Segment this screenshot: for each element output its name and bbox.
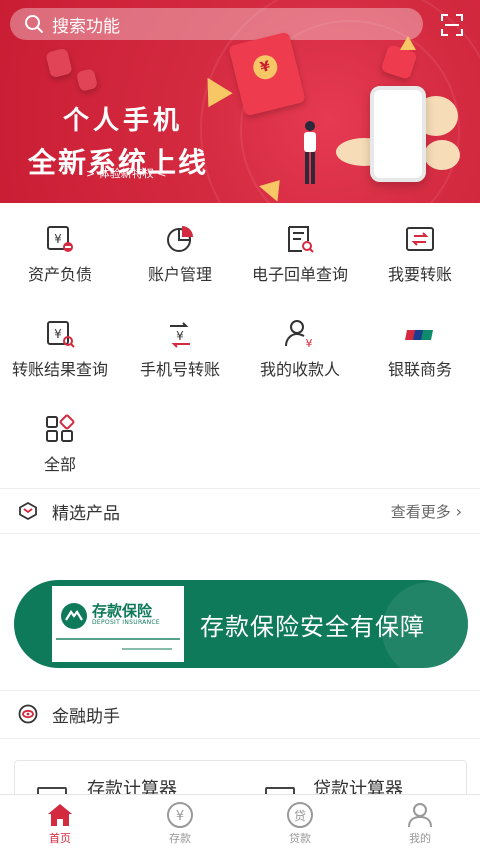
payee-icon: ¥ xyxy=(285,320,313,350)
grid-item-label: 手机号转账 xyxy=(139,360,220,379)
tab-loan[interactable]: 贷 贷款 xyxy=(240,795,360,855)
tab-home[interactable]: 首页 xyxy=(0,795,120,855)
grid-item-label: 资产负债 xyxy=(27,265,92,284)
featured-products-header[interactable]: 精选产品 查看更多 › xyxy=(0,489,480,533)
banner-subtitle: > 体验新特权 < xyxy=(86,167,167,180)
bottom-tab-bar: 首页 ¥ 存款 贷 贷款 我的 xyxy=(0,794,480,854)
grid-item-label: 全部 xyxy=(43,455,76,474)
svg-text:¥: ¥ xyxy=(54,232,62,246)
search-icon xyxy=(25,15,43,33)
financial-assistant-header: 金融助手 xyxy=(0,692,480,736)
promo-banner[interactable]: 搜索功能 ¥ 个人手机 全新系统上线 > 体验新特权 < xyxy=(0,0,480,203)
grid-item-asset-liability[interactable]: ¥ 资产负债 xyxy=(0,203,120,298)
chevron-right-icon: › xyxy=(455,502,462,521)
receipt-search-icon xyxy=(288,226,314,253)
transfer-result-icon: ¥ xyxy=(47,321,75,348)
tab-mine[interactable]: 我的 xyxy=(360,795,480,855)
phone-transfer-icon: ¥ xyxy=(170,322,190,348)
fine-print-line xyxy=(56,638,180,640)
grid-item-all[interactable]: 全部 xyxy=(0,393,120,488)
gold-triangle-decoration xyxy=(400,36,416,50)
grid-item-my-payees[interactable]: ¥ 我的收款人 xyxy=(240,298,360,393)
cube-icon xyxy=(19,501,37,521)
grid-item-account-management[interactable]: 账户管理 xyxy=(120,203,240,298)
search-placeholder: 搜索功能 xyxy=(52,16,120,37)
function-grid: ¥ 资产负债 账户管理 电子回单查询 我要转账 ¥ 转账结果查询 ¥ 手机号转账… xyxy=(0,203,480,489)
svg-text:¥: ¥ xyxy=(176,809,184,824)
section-title: 金融助手 xyxy=(52,707,120,727)
svg-text:¥: ¥ xyxy=(54,327,62,341)
pie-chart-icon xyxy=(167,226,193,252)
tab-deposit[interactable]: ¥ 存款 xyxy=(120,795,240,855)
loan-icon: 贷 xyxy=(287,802,313,828)
user-icon xyxy=(408,803,432,828)
grid-item-phone-transfer[interactable]: ¥ 手机号转账 xyxy=(120,298,240,393)
grid-item-e-receipt-query[interactable]: 电子回单查询 xyxy=(240,203,360,298)
home-icon xyxy=(48,804,72,826)
search-input[interactable]: 搜索功能 xyxy=(10,8,423,40)
grid-item-transfer-result-query[interactable]: ¥ 转账结果查询 xyxy=(0,298,120,393)
section-title: 精选产品 xyxy=(52,504,120,524)
insurance-brand-cn: 存款保险 xyxy=(92,602,153,620)
grid-item-transfer[interactable]: 我要转账 xyxy=(360,203,480,298)
divider xyxy=(0,690,480,691)
divider xyxy=(0,533,480,534)
divider xyxy=(0,738,480,739)
grid-item-label: 银联商务 xyxy=(387,360,452,379)
red-envelope-decoration xyxy=(45,47,73,79)
phone-illustration xyxy=(370,86,426,182)
eye-icon xyxy=(18,704,38,724)
chat-bubble-decoration xyxy=(424,140,460,170)
asset-liability-icon: ¥ xyxy=(47,226,73,252)
grid-item-label: 电子回单查询 xyxy=(251,265,348,284)
banner-title-line1: 个人手机 xyxy=(62,106,183,136)
grid-item-label: 我要转账 xyxy=(387,265,452,284)
tab-label: 存款 xyxy=(169,832,191,845)
tab-label: 贷款 xyxy=(289,832,311,845)
view-more-label: 查看更多 xyxy=(390,503,451,521)
fine-print-line xyxy=(122,648,172,650)
tab-label: 我的 xyxy=(409,832,431,845)
deposit-insurance-card: 存款保险 DEPOSIT INSURANCE xyxy=(52,586,184,662)
unionpay-icon xyxy=(405,330,433,340)
tab-label: 首页 xyxy=(49,832,71,845)
deposit-insurance-logo-icon xyxy=(61,603,87,629)
coin-icon: ¥ xyxy=(250,52,280,82)
red-envelope-decoration xyxy=(75,68,99,92)
yuan-circle-icon: ¥ xyxy=(167,802,193,828)
grid-item-label: 账户管理 xyxy=(147,265,212,284)
insurance-brand-en: DEPOSIT INSURANCE xyxy=(92,619,160,626)
deposit-insurance-banner[interactable]: 存款保险 DEPOSIT INSURANCE 存款保险安全有保障 xyxy=(14,580,468,668)
grid-item-label: 我的收款人 xyxy=(259,360,340,379)
svg-text:¥: ¥ xyxy=(306,337,313,350)
all-apps-icon xyxy=(46,414,75,442)
person-illustration xyxy=(304,121,316,184)
grid-item-unionpay[interactable]: 银联商务 xyxy=(360,298,480,393)
svg-text:贷: 贷 xyxy=(294,809,306,823)
scan-icon[interactable] xyxy=(440,13,464,37)
transfer-icon xyxy=(406,227,434,251)
grid-item-label: 转账结果查询 xyxy=(11,360,108,379)
view-more-link[interactable]: 查看更多 › xyxy=(391,501,462,522)
insurance-slogan: 存款保险安全有保障 xyxy=(200,613,425,641)
svg-text:¥: ¥ xyxy=(176,329,184,343)
